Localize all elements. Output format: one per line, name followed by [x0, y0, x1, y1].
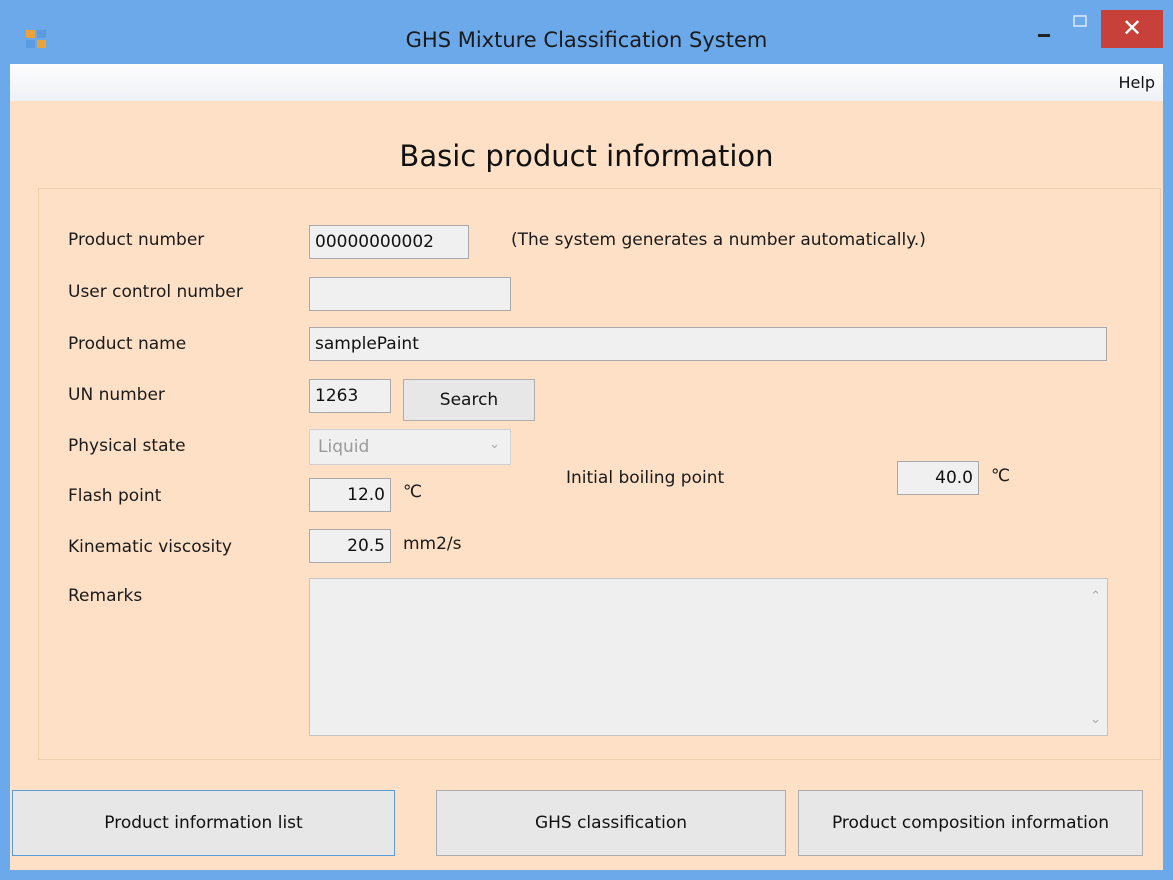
scroll-down-icon[interactable]: ⌄ — [1090, 712, 1101, 727]
chevron-down-icon: ⌄ — [489, 437, 500, 452]
product-name-label: Product name — [68, 334, 187, 354]
initial-boiling-point-label: Initial boiling point — [566, 468, 725, 488]
physical-state-label: Physical state — [68, 436, 186, 456]
physical-state-value: Liquid — [318, 437, 370, 457]
minimize-button[interactable] — [1030, 10, 1058, 48]
flash-point-unit: ℃ — [403, 482, 423, 502]
remarks-label: Remarks — [68, 586, 143, 606]
minimize-icon — [1038, 34, 1050, 37]
un-number-label: UN number — [68, 385, 165, 405]
flash-point-label: Flash point — [68, 486, 162, 506]
initial-boiling-point-field[interactable]: 40.0 — [897, 461, 979, 495]
flash-point-field[interactable]: 12.0 — [309, 478, 391, 512]
product-number-field[interactable]: 00000000002 — [309, 225, 469, 259]
maximize-button[interactable] — [1060, 10, 1100, 48]
product-name-field[interactable]: samplePaint — [309, 327, 1107, 361]
menu-bar: Help — [10, 64, 1163, 101]
client-area: Basic product information Product number… — [10, 101, 1163, 870]
maximize-icon — [1073, 15, 1087, 27]
search-button[interactable]: Search — [403, 379, 535, 421]
un-number-field[interactable]: 1263 — [309, 379, 391, 413]
product-number-note: (The system generates a number automatic… — [511, 230, 926, 250]
remarks-textarea[interactable]: ⌃ ⌄ — [309, 578, 1108, 736]
product-information-list-button[interactable]: Product information list — [12, 790, 395, 856]
page-title: Basic product information — [399, 139, 774, 173]
main-window: GHS Mixture Classification System ✕ Help… — [0, 0, 1173, 880]
product-number-label: Product number — [68, 230, 205, 250]
ghs-classification-button[interactable]: GHS classification — [436, 790, 786, 856]
title-bar[interactable]: GHS Mixture Classification System ✕ — [0, 0, 1173, 64]
user-control-number-field[interactable] — [309, 277, 511, 311]
kinematic-viscosity-label: Kinematic viscosity — [68, 537, 232, 557]
close-icon: ✕ — [1121, 14, 1143, 42]
window-title: GHS Mixture Classification System — [405, 28, 768, 52]
initial-boiling-point-unit: ℃ — [991, 466, 1011, 486]
close-button[interactable]: ✕ — [1101, 10, 1163, 48]
kinematic-viscosity-field[interactable]: 20.5 — [309, 529, 391, 563]
menu-help[interactable]: Help — [1119, 73, 1155, 92]
physical-state-select[interactable]: Liquid ⌄ — [309, 429, 511, 465]
kinematic-viscosity-unit: mm2/s — [403, 534, 462, 554]
product-info-group: Product number 00000000002 (The system g… — [38, 188, 1161, 760]
user-control-number-label: User control number — [68, 282, 243, 302]
product-composition-information-button[interactable]: Product composition information — [798, 790, 1143, 856]
scroll-up-icon[interactable]: ⌃ — [1090, 589, 1101, 604]
